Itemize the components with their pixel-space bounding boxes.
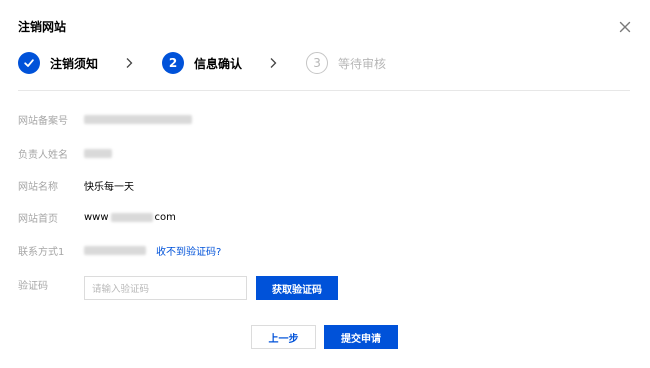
submit-button[interactable]: 提交申请 (324, 325, 398, 349)
dialog-title: 注销网站 (18, 20, 67, 34)
deregister-site-dialog: 注销网站 注销须知 2 信息确认 3 等待审核 网站备案号 负责人姓名 网站名称… (0, 0, 650, 368)
site-name-label: 网站名称 (18, 181, 58, 193)
filing-number-row: 网站备案号 (18, 110, 192, 128)
contact-row: 联系方式1 收不到验证码? (18, 241, 221, 259)
code-label: 验证码 (18, 280, 48, 292)
homepage-row: 网站首页 www com (18, 208, 176, 226)
owner-name-value-redacted (84, 148, 112, 158)
step-review-label: 等待审核 (338, 56, 387, 71)
homepage-label: 网站首页 (18, 213, 58, 225)
previous-step-button[interactable]: 上一步 (251, 325, 316, 349)
step-notice: 注销须知 (18, 52, 98, 74)
homepage-suffix: com (154, 211, 176, 223)
homepage-domain-redacted (110, 212, 153, 222)
no-code-received-link[interactable]: 收不到验证码? (156, 243, 221, 258)
filing-number-value-redacted (84, 114, 192, 124)
step-notice-label: 注销须知 (50, 56, 99, 71)
code-row: 验证码 (18, 275, 84, 293)
step-confirm: 2 信息确认 (162, 52, 242, 74)
owner-name-label: 负责人姓名 (18, 149, 68, 161)
close-icon[interactable] (617, 19, 633, 35)
homepage-value: www com (84, 212, 176, 223)
get-code-button[interactable]: 获取验证码 (256, 276, 338, 300)
homepage-prefix: www (84, 211, 109, 223)
check-icon (18, 52, 40, 74)
step-confirm-label: 信息确认 (194, 56, 243, 71)
site-name-row: 网站名称 快乐每一天 (18, 176, 134, 194)
site-name-value: 快乐每一天 (84, 181, 134, 193)
step-review-number: 3 (306, 52, 329, 74)
step-confirm-number: 2 (162, 52, 185, 74)
verification-code-input[interactable]: 请输入验证码 (84, 276, 247, 300)
contact-value: 收不到验证码? (84, 243, 221, 258)
header-divider (18, 90, 630, 91)
step-indicator: 注销须知 2 信息确认 3 等待审核 (18, 52, 386, 74)
contact-label: 联系方式1 (18, 246, 65, 258)
contact-phone-redacted (84, 245, 146, 255)
step-review: 3 等待审核 (306, 52, 386, 74)
filing-number-label: 网站备案号 (18, 115, 68, 127)
chevron-right-icon (270, 58, 277, 68)
chevron-right-icon (126, 58, 133, 68)
owner-name-row: 负责人姓名 (18, 144, 112, 162)
